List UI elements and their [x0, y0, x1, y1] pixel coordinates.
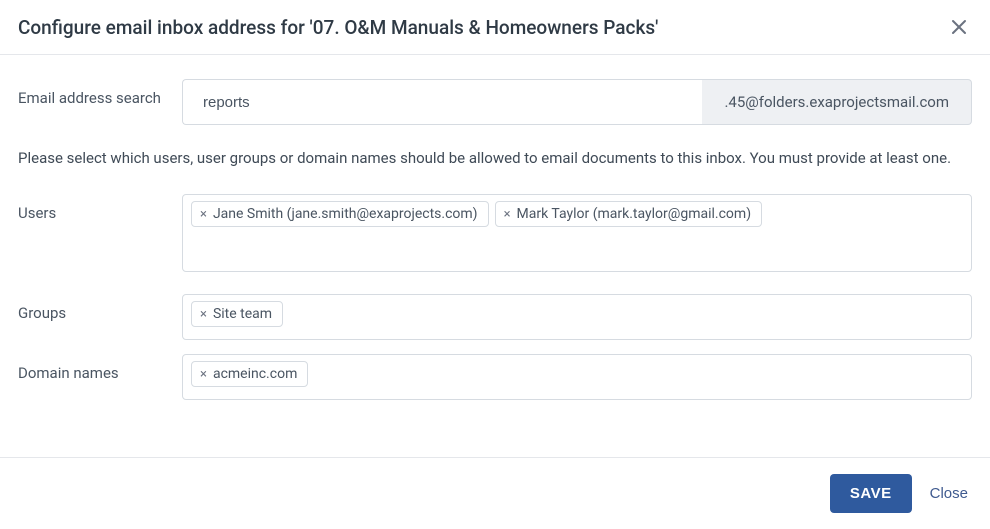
email-address-suffix: .45@folders.exaprojectsmail.com: [702, 79, 972, 125]
remove-tag-icon[interactable]: ×: [200, 308, 207, 321]
configure-inbox-modal: Configure email inbox address for '07. O…: [0, 0, 990, 529]
permissions-help-text: Please select which users, user groups o…: [18, 147, 972, 170]
remove-tag-icon[interactable]: ×: [200, 208, 207, 221]
domain-tag: × acmeinc.com: [191, 361, 308, 387]
modal-footer: SAVE Close: [0, 457, 990, 529]
group-tag: × Site team: [191, 301, 283, 327]
close-button[interactable]: Close: [926, 479, 972, 508]
domains-input[interactable]: × acmeinc.com: [182, 354, 972, 400]
email-address-input[interactable]: [182, 79, 702, 125]
remove-tag-icon[interactable]: ×: [200, 368, 207, 381]
tag-label: Mark Taylor (mark.taylor@gmail.com): [517, 206, 752, 222]
domains-row: Domain names × acmeinc.com: [18, 354, 972, 400]
domains-label: Domain names: [18, 354, 182, 382]
close-icon[interactable]: [946, 14, 972, 40]
modal-body: Email address search .45@folders.exaproj…: [0, 55, 990, 457]
tag-label: acmeinc.com: [213, 366, 297, 382]
users-input[interactable]: × Jane Smith (jane.smith@exaprojects.com…: [182, 194, 972, 272]
user-tag: × Jane Smith (jane.smith@exaprojects.com…: [191, 201, 489, 227]
save-button[interactable]: SAVE: [830, 474, 912, 513]
email-address-row: Email address search .45@folders.exaproj…: [18, 79, 972, 125]
user-tag: × Mark Taylor (mark.taylor@gmail.com): [495, 201, 763, 227]
tag-label: Jane Smith (jane.smith@exaprojects.com): [213, 206, 478, 222]
tag-label: Site team: [213, 306, 272, 322]
email-address-label: Email address search: [18, 79, 182, 107]
remove-tag-icon[interactable]: ×: [504, 208, 511, 221]
modal-header: Configure email inbox address for '07. O…: [0, 0, 990, 55]
users-row: Users × Jane Smith (jane.smith@exaprojec…: [18, 194, 972, 272]
groups-label: Groups: [18, 294, 182, 322]
groups-input[interactable]: × Site team: [182, 294, 972, 340]
groups-row: Groups × Site team: [18, 294, 972, 340]
users-label: Users: [18, 194, 182, 222]
modal-title: Configure email inbox address for '07. O…: [18, 16, 658, 39]
